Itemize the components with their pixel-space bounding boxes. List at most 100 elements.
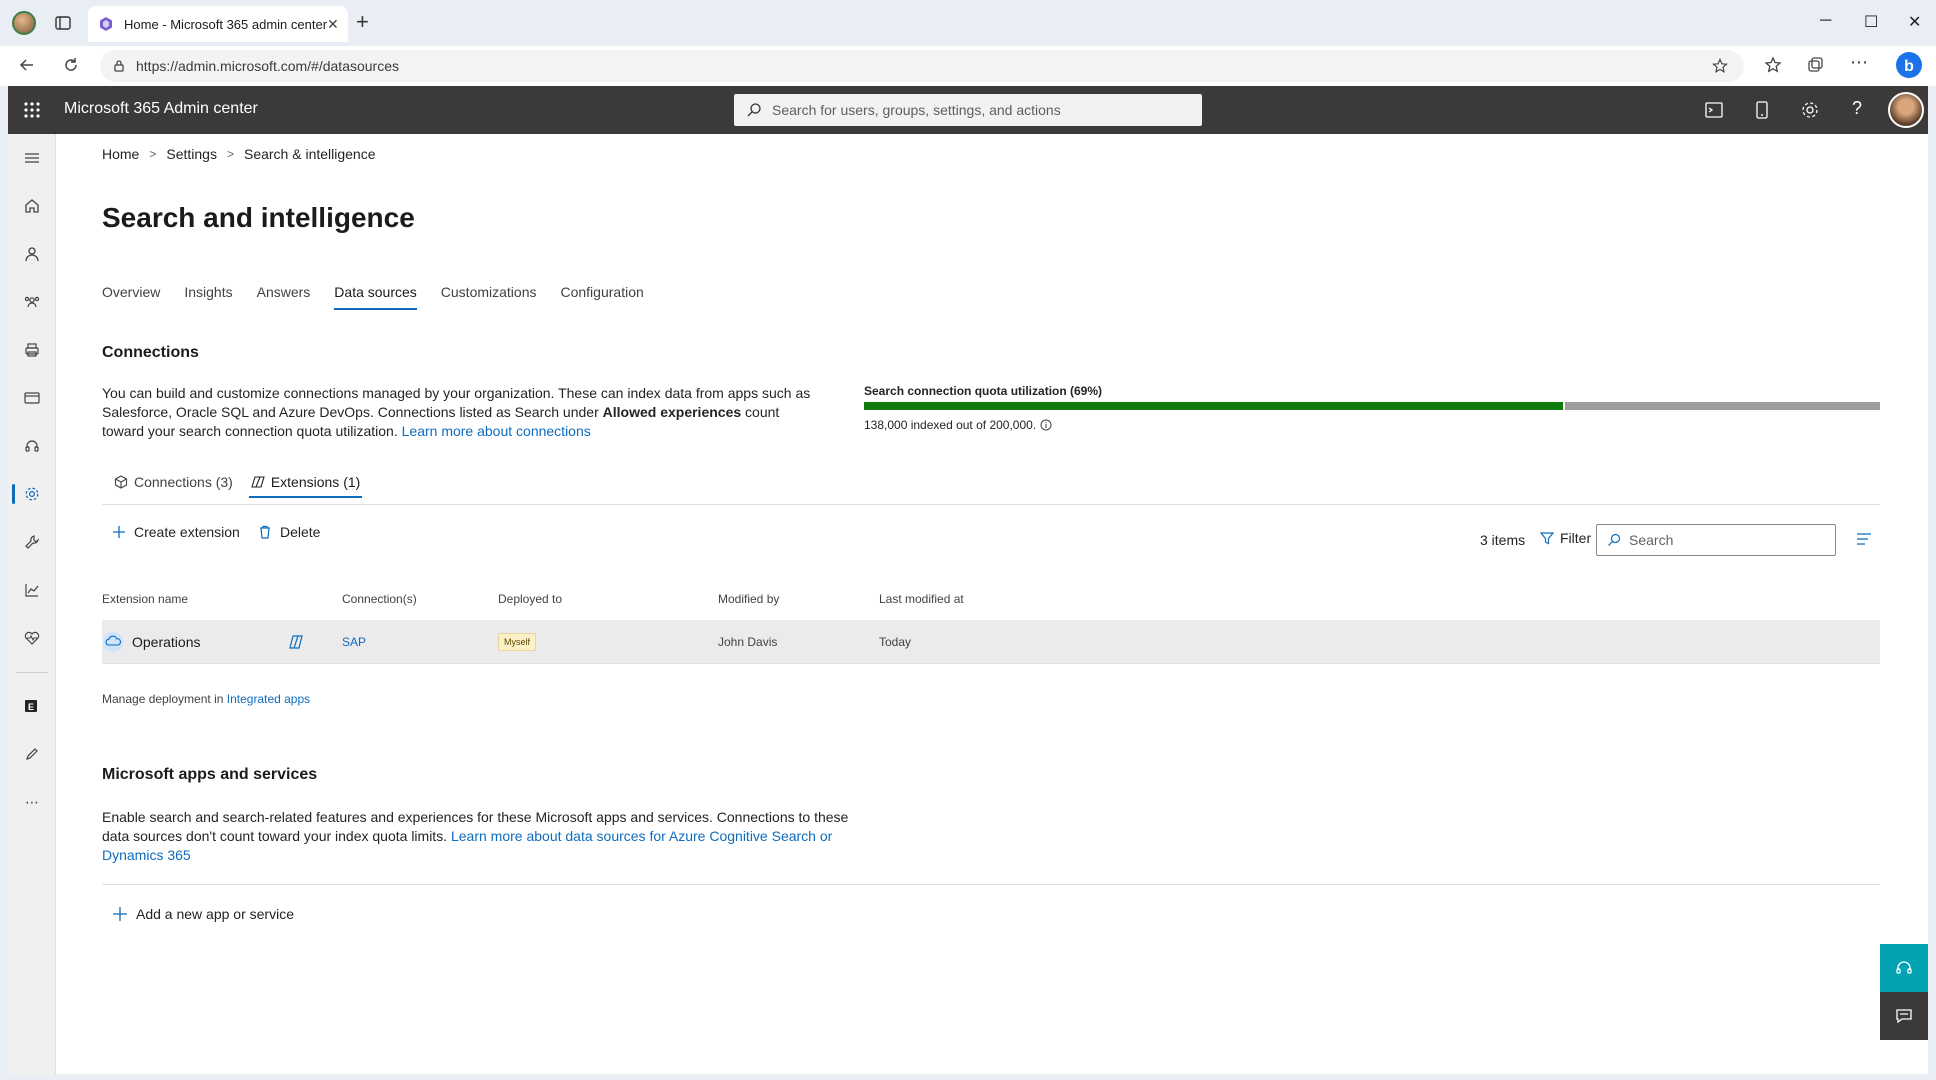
nav-billing[interactable] [8,380,56,416]
feedback-button[interactable] [1880,992,1928,1040]
app-title[interactable]: Microsoft 365 Admin center [64,100,258,118]
nav-teams-groups[interactable] [8,284,56,320]
user-avatar[interactable] [1888,92,1924,128]
lock-icon [112,59,126,73]
more-icon: ⋯ [25,793,39,810]
nav-users[interactable] [8,236,56,272]
collapse-nav-button[interactable] [8,140,56,176]
back-arrow-icon[interactable] [18,56,36,74]
column-header-last-modified[interactable]: Last modified at [879,592,964,606]
browser-profile-avatar[interactable] [12,11,36,35]
new-tab-icon[interactable]: + [356,11,369,33]
global-search-input[interactable] [772,102,1192,118]
page-title: Search and intelligence [102,202,415,233]
extensions-search-input[interactable] [1629,532,1829,548]
breadcrumb-settings[interactable]: Settings [166,146,217,162]
close-tab-icon[interactable]: ✕ [327,16,339,33]
column-header-connections[interactable]: Connection(s) [342,592,417,606]
quota-progress-fill [864,402,1566,410]
browser-tab-title: Home - Microsoft 365 admin center [124,16,328,32]
quota-detail-text: 138,000 indexed out of 200,000. [864,418,1037,432]
add-app-label: Add a new app or service [136,906,294,922]
breadcrumb-home[interactable]: Home [102,146,139,162]
terminal-icon[interactable] [1704,100,1724,120]
mobile-device-icon[interactable] [1752,100,1772,120]
copilot-icon[interactable]: b [1894,50,1924,80]
column-header-modified-by[interactable]: Modified by [718,592,779,606]
column-header-deployed-to[interactable]: Deployed to [498,592,562,606]
table-row[interactable]: Operations SAP Myself John Davis Today [102,620,1880,664]
nav-support[interactable] [8,428,56,464]
search-icon [1607,533,1621,547]
nav-health[interactable] [8,620,56,656]
nav-reports[interactable] [8,572,56,608]
settings-gear-icon[interactable] [1800,100,1820,120]
nav-home[interactable] [8,188,56,224]
browser-tab-active[interactable]: Home - Microsoft 365 admin center ✕ [88,6,348,42]
tab-customizations[interactable]: Customizations [441,278,537,310]
refresh-icon[interactable] [62,56,80,74]
manage-text: Manage deployment in [102,692,227,706]
filter-button[interactable]: Filter [1540,530,1591,546]
close-window-icon[interactable]: ✕ [1908,12,1921,32]
chat-icon [1895,1007,1913,1025]
add-app-button[interactable]: Add a new app or service [112,906,294,922]
connection-link[interactable]: SAP [342,635,366,649]
copilot-extension-icon [288,634,304,650]
global-search-box[interactable] [734,94,1202,126]
view-options-icon[interactable] [1856,532,1872,546]
nav-exchange[interactable]: E [8,688,56,724]
nav-customize[interactable] [8,736,56,772]
extension-name[interactable]: Operations [132,634,200,650]
favorites-icon[interactable] [1764,56,1782,74]
tab-configuration[interactable]: Configuration [560,278,643,310]
home-icon [24,198,40,214]
credit-card-icon [24,390,40,406]
divider [102,884,1880,885]
filter-icon [1540,531,1554,545]
tab-actions-icon[interactable] [54,14,72,32]
tab-overview[interactable]: Overview [102,278,160,310]
info-icon[interactable] [1040,419,1052,431]
collections-icon[interactable] [1806,56,1824,74]
app-launcher-icon[interactable] [22,100,42,120]
subtab-extensions[interactable]: Extensions (1) [248,470,363,498]
tab-answers[interactable]: Answers [257,278,311,310]
create-extension-button[interactable]: Create extension [112,524,240,540]
extensions-search-box[interactable] [1596,524,1836,556]
subtab-extensions-label: Extensions (1) [270,474,361,490]
help-support-button[interactable] [1880,944,1928,992]
add-favorite-icon[interactable] [1712,58,1728,74]
deployed-badge: Myself [498,633,537,651]
help-icon[interactable]: ? [1852,98,1862,119]
nav-setup[interactable] [8,524,56,560]
m365-favicon-icon [98,16,114,32]
nav-more[interactable]: ⋯ [8,784,56,820]
delete-button[interactable]: Delete [258,524,320,540]
divider [102,504,1880,505]
cell-modified-at: Today [879,635,912,649]
tab-insights[interactable]: Insights [184,278,232,310]
more-options-icon[interactable]: ⋯ [1850,52,1868,73]
chart-icon [24,582,40,598]
search-icon [746,102,762,118]
svg-text:b: b [1904,58,1914,75]
breadcrumb-current: Search & intelligence [243,146,376,162]
minimize-icon[interactable]: ─ [1820,12,1831,30]
breadcrumb: Home > Settings > Search & intelligence [102,146,376,162]
gear-icon [24,486,40,502]
nav-resources[interactable] [8,332,56,368]
nav-settings[interactable] [8,476,56,512]
cell-extension-name: Operations [102,620,200,664]
column-header-extension-name[interactable]: Extension name [102,592,188,606]
admin-center-app: Microsoft 365 Admin center ? [8,86,1928,1074]
create-extension-label: Create extension [134,524,240,540]
maximize-icon[interactable]: ☐ [1864,12,1878,32]
connection-subtabs: Connections (3) Extensions (1) [112,470,376,498]
suite-header: Microsoft 365 Admin center ? [8,86,1928,134]
learn-more-connections-link[interactable]: Learn more about connections [402,423,591,439]
tab-data-sources[interactable]: Data sources [334,278,418,310]
subtab-connections[interactable]: Connections (3) [112,470,235,498]
url-field[interactable]: https://admin.microsoft.com/#/datasource… [100,50,1744,82]
integrated-apps-link[interactable]: Integrated apps [227,692,310,706]
